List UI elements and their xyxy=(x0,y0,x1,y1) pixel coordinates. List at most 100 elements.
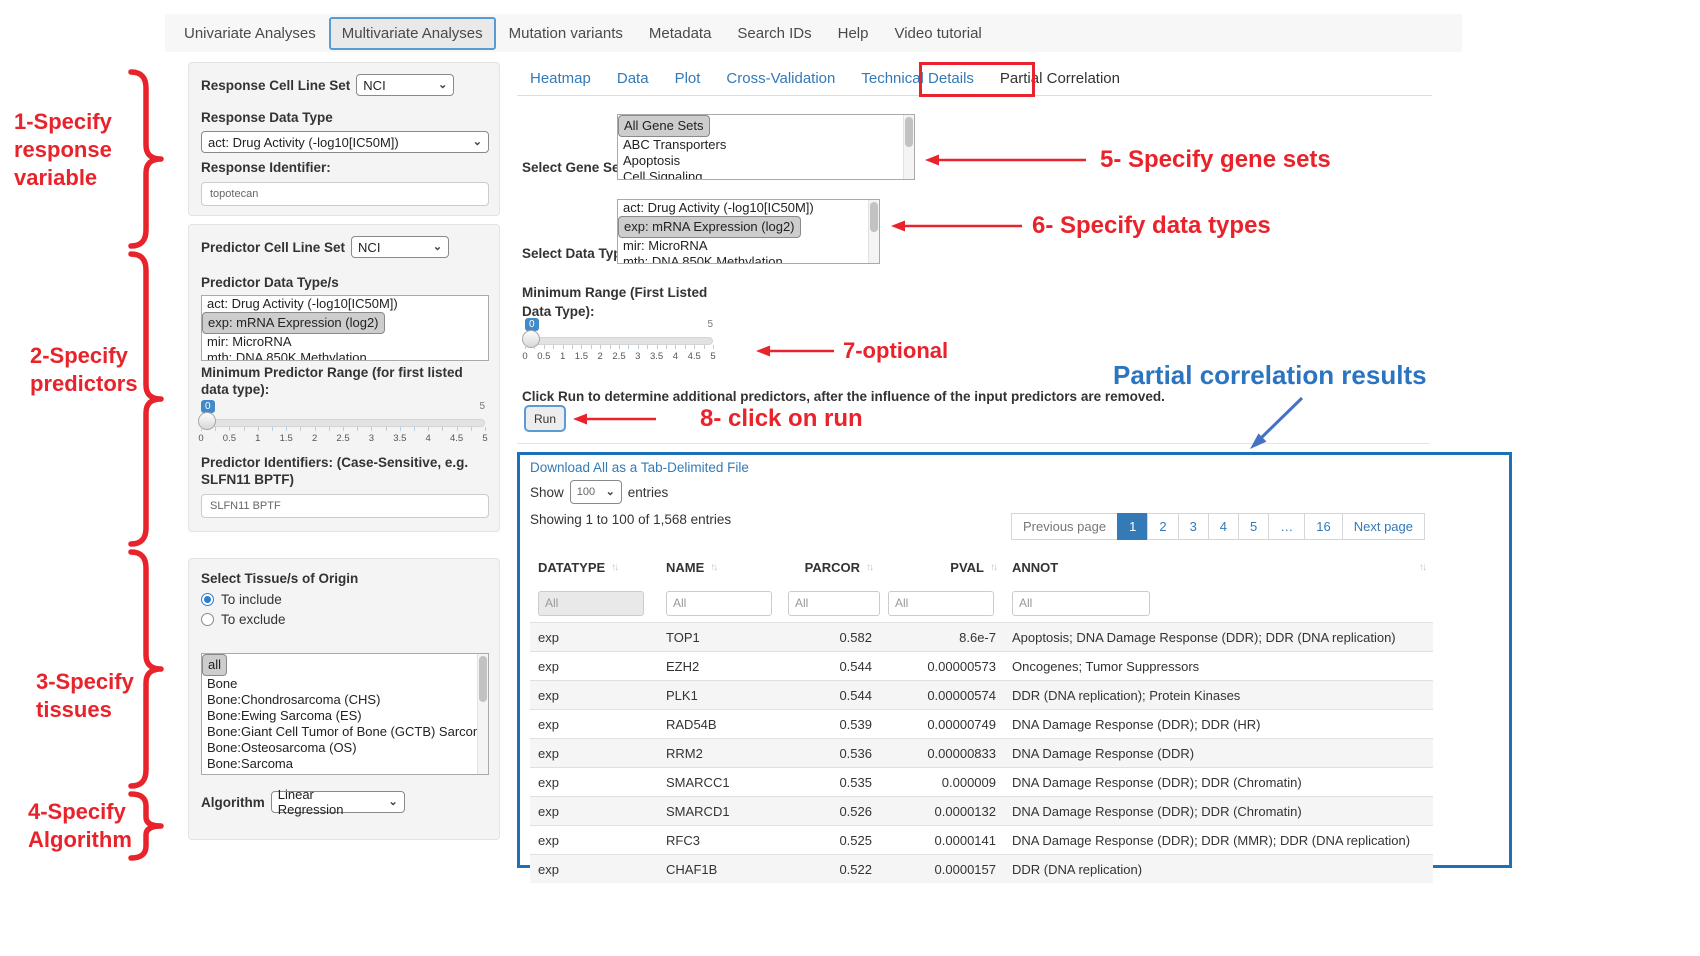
nav-item-mutation-variants[interactable]: Mutation variants xyxy=(496,17,636,50)
option-mth-dna-850k-methylation[interactable]: mth: DNA 850K Methylation xyxy=(202,350,488,361)
chevron-down-icon: ⌄ xyxy=(389,795,398,808)
tab-cross-validation[interactable]: Cross-Validation xyxy=(713,62,848,95)
sort-icon: ↑↓ xyxy=(611,562,617,573)
cell-name: CHAF1B xyxy=(658,855,780,884)
table-row: expSMARCC10.5350.000009DNA Damage Respon… xyxy=(530,768,1433,797)
tab-data[interactable]: Data xyxy=(604,62,662,95)
page-button-2[interactable]: 2 xyxy=(1147,513,1178,540)
option-exp-mrna-expression-log2[interactable]: exp: mRNA Expression (log2) xyxy=(618,216,801,238)
column-header-name[interactable]: NAME↑↓ xyxy=(658,551,780,584)
annotation-step3: 3-Specify tissues xyxy=(36,668,134,724)
slider-track[interactable] xyxy=(525,337,713,345)
option-bone-chondrosarcoma-chs[interactable]: Bone:Chondrosarcoma (CHS) xyxy=(202,692,488,708)
cell-annot: DNA Damage Response (DDR); DDR (Chromati… xyxy=(1004,797,1433,826)
filter-input-parcor[interactable] xyxy=(788,591,880,616)
nav-item-multivariate-analyses[interactable]: Multivariate Analyses xyxy=(329,17,496,50)
option-cell-signaling[interactable]: Cell Signaling xyxy=(618,169,914,180)
column-header-pval[interactable]: PVAL↑↓ xyxy=(880,551,1004,584)
predictor-cell-line-set-label: Predictor Cell Line Set xyxy=(201,239,345,256)
data-types-listbox: act: Drug Activity (-log10[IC50M])exp: m… xyxy=(617,199,880,264)
filter-input-datatype[interactable] xyxy=(538,591,644,616)
scrollbar-thumb[interactable] xyxy=(479,656,487,702)
option-bone-giant-cell-tumor-of-bone-gctb-sarcoma[interactable]: Bone:Giant Cell Tumor of Bone (GCTB) Sar… xyxy=(202,724,488,740)
scrollbar-thumb[interactable] xyxy=(905,117,913,147)
run-button[interactable]: Run xyxy=(524,405,566,432)
exclude-radio[interactable] xyxy=(201,613,214,626)
option-exp-mrna-expression-log2[interactable]: exp: mRNA Expression (log2) xyxy=(202,312,385,334)
column-header-datatype[interactable]: DATATYPE↑↓ xyxy=(530,551,658,584)
chevron-down-icon: ⌄ xyxy=(433,240,442,253)
gene-sets-listbox: All Gene SetsABC TransportersApoptosisCe… xyxy=(617,114,915,180)
filter-input-name[interactable] xyxy=(666,591,772,616)
page-button-16[interactable]: 16 xyxy=(1304,513,1342,540)
page-button-5[interactable]: 5 xyxy=(1238,513,1269,540)
option-bone-ewing-sarcoma-es[interactable]: Bone:Ewing Sarcoma (ES) xyxy=(202,708,488,724)
algorithm-label: Algorithm xyxy=(201,794,265,811)
nav-item-univariate-analyses[interactable]: Univariate Analyses xyxy=(171,17,329,50)
predictor-cell-line-set-select[interactable]: NCI ⌄ xyxy=(351,236,449,258)
nav-item-help[interactable]: Help xyxy=(825,17,882,50)
scrollbar[interactable] xyxy=(868,200,879,263)
option-mir-microrna[interactable]: mir: MicroRNA xyxy=(202,334,488,350)
filter-input-pval[interactable] xyxy=(888,591,994,616)
slider-track[interactable] xyxy=(201,419,485,427)
tissue-origin-label: Select Tissue/s of Origin xyxy=(201,570,487,587)
brace-step3 xyxy=(131,552,161,786)
response-cell-line-set-select[interactable]: NCI ⌄ xyxy=(356,74,454,96)
page-button-1[interactable]: 1 xyxy=(1117,513,1148,540)
option-all[interactable]: all xyxy=(202,654,227,676)
option-all-gene-sets[interactable]: All Gene Sets xyxy=(618,115,710,137)
column-header-parcor[interactable]: PARCOR↑↓ xyxy=(780,551,880,584)
include-radio[interactable] xyxy=(201,593,214,606)
option-peripheral-nervous-system[interactable]: Peripheral_Nervous_System xyxy=(202,772,488,775)
page-size-select[interactable]: 100 ⌄ xyxy=(570,480,622,504)
algorithm-select[interactable]: Linear Regression ⌄ xyxy=(271,791,405,813)
chevron-down-icon: ⌄ xyxy=(606,485,615,498)
option-bone[interactable]: Bone xyxy=(202,676,488,692)
page-button-4[interactable]: 4 xyxy=(1208,513,1239,540)
option-act-drug-activity-log10-ic50m[interactable]: act: Drug Activity (-log10[IC50M]) xyxy=(618,200,879,216)
cell-pval: 0.0000141 xyxy=(880,826,1004,855)
option-abc-transporters[interactable]: ABC Transporters xyxy=(618,137,914,153)
response-data-type-select[interactable]: act: Drug Activity (-log10[IC50M]) ⌄ xyxy=(201,131,489,153)
cell-annot: DNA Damage Response (DDR) xyxy=(1004,739,1433,768)
slider-tick-labels: 00.511.522.533.544.55 xyxy=(525,351,713,363)
filter-cell-pval xyxy=(880,584,1004,623)
tab-plot[interactable]: Plot xyxy=(662,62,714,95)
option-apoptosis[interactable]: Apoptosis xyxy=(618,153,914,169)
predictor-identifiers-input[interactable]: SLFN11 BPTF xyxy=(201,494,489,518)
page-ellipsis: … xyxy=(1268,513,1305,540)
nav-item-search-ids[interactable]: Search IDs xyxy=(724,17,824,50)
scrollbar[interactable] xyxy=(903,115,914,179)
response-identifier-label: Response Identifier: xyxy=(201,159,487,176)
table-row: expRFC30.5250.0000141DNA Damage Response… xyxy=(530,826,1433,855)
column-header-annot[interactable]: ANNOT↑↓ xyxy=(1004,551,1433,584)
previous-page-button[interactable]: Previous page xyxy=(1011,513,1118,540)
download-all-link[interactable]: Download All as a Tab-Delimited File xyxy=(530,460,749,475)
results-arrow-head xyxy=(1250,433,1267,449)
slider-minor-ticks xyxy=(201,427,485,432)
filter-input-annot[interactable] xyxy=(1012,591,1150,616)
page-button-3[interactable]: 3 xyxy=(1178,513,1209,540)
option-mir-microrna[interactable]: mir: MicroRNA xyxy=(618,238,879,254)
tissue-listbox: allBoneBone:Chondrosarcoma (CHS)Bone:Ewi… xyxy=(201,653,489,775)
sort-icon: ↑↓ xyxy=(866,562,872,573)
scrollbar-thumb[interactable] xyxy=(870,202,878,232)
option-act-drug-activity-log10-ic50m[interactable]: act: Drug Activity (-log10[IC50M]) xyxy=(202,296,488,312)
option-bone-osteosarcoma-os[interactable]: Bone:Osteosarcoma (OS) xyxy=(202,740,488,756)
cell-pval: 0.00000749 xyxy=(880,710,1004,739)
next-page-button[interactable]: Next page xyxy=(1342,513,1425,540)
exclude-radio-label: To exclude xyxy=(221,612,286,627)
scrollbar[interactable] xyxy=(477,654,488,774)
predictor-cell-line-set-value: NCI xyxy=(358,240,380,255)
nav-item-video-tutorial[interactable]: Video tutorial xyxy=(881,17,994,50)
partial-correlation-highlight-box xyxy=(919,62,1035,97)
option-mth-dna-850k-methylation[interactable]: mth: DNA 850K Methylation xyxy=(618,254,879,264)
response-identifier-input[interactable]: topotecan xyxy=(201,182,489,206)
predictor-panel: Predictor Cell Line Set NCI ⌄ Predictor … xyxy=(188,224,500,532)
tab-heatmap[interactable]: Heatmap xyxy=(517,62,604,95)
option-bone-sarcoma[interactable]: Bone:Sarcoma xyxy=(202,756,488,772)
predictor-identifiers-label: Predictor Identifiers: (Case-Sensitive, … xyxy=(201,454,489,488)
response-cell-line-set-label: Response Cell Line Set xyxy=(201,77,350,94)
nav-item-metadata[interactable]: Metadata xyxy=(636,17,725,50)
